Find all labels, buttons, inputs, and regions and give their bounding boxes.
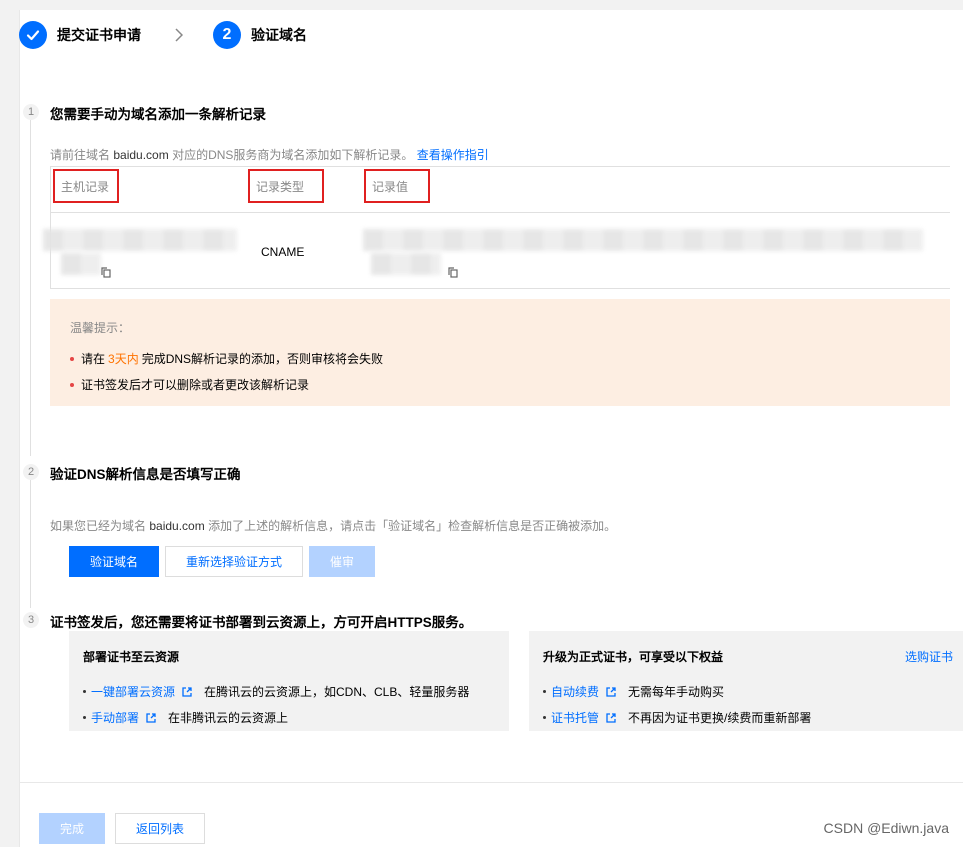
step1-label: 提交证书申请 (57, 27, 141, 43)
item-text: 无需每年手动购买 (628, 685, 725, 699)
blurred-record-value (363, 229, 923, 251)
tips-box: 温馨提示： 请在 3天内 完成DNS解析记录的添加，否则审核将会失败 证书签发后… (50, 299, 950, 406)
desc-prefix: 如果您已经为域名 (50, 519, 147, 533)
header-host-record: 主机记录 (53, 169, 119, 203)
buy-certificate-link[interactable]: 选购证书 (905, 648, 953, 665)
desc-prefix: 请前往域名 (50, 148, 111, 162)
one-click-deploy-link[interactable]: 一键部署云资源 (91, 683, 175, 700)
bullet-icon (70, 356, 74, 361)
bullet-icon (543, 716, 546, 719)
tip-item: 证书签发后才可以删除或者更改该解析记录 (70, 376, 309, 393)
tip-highlight: 3天内 (108, 352, 139, 366)
manual-deploy-link[interactable]: 手动部署 (91, 709, 139, 726)
deploy-panel: 部署证书至云资源 一键部署云资源 在腾讯云的云资源上，如CDN、CLB、轻量服务… (69, 631, 509, 731)
upgrade-panel: 升级为正式证书，可享受以下权益 选购证书 自动续费 无需每年手动购买 证书托管 … (529, 631, 963, 731)
external-link-icon[interactable] (146, 712, 156, 723)
tip-text: 完成DNS解析记录的添加，否则审核将会失败 (141, 352, 384, 366)
auto-renew-link[interactable]: 自动续费 (551, 683, 599, 700)
step1-check-icon (19, 21, 47, 49)
external-link-icon[interactable] (606, 686, 616, 697)
list-item: 一键部署云资源 在腾讯云的云资源上，如CDN、CLB、轻量服务器 (83, 683, 469, 700)
desc-suffix: 为域名添加如下解析记录。 (269, 148, 414, 162)
dns-provider-tooltip[interactable]: 对应的DNS服务商 (172, 148, 270, 167)
domain-name: baidu.com (149, 519, 205, 533)
item-text: 在非腾讯云的云资源上 (168, 711, 289, 725)
step2-label: 验证域名 (251, 27, 307, 43)
section3-title: 证书签发后，您还需要将证书部署到云资源上，方可开启HTTPS服务。 (50, 615, 473, 630)
step-connector-line (30, 480, 31, 608)
bullet-icon (83, 690, 86, 693)
upgrade-panel-title: 升级为正式证书，可享受以下权益 (543, 650, 724, 664)
stepper: 提交证书申请 2 验证域名 (19, 20, 307, 50)
bullet-icon (70, 382, 74, 387)
back-to-list-button[interactable]: 返回列表 (115, 813, 205, 844)
section1-number: 1 (23, 104, 39, 120)
external-link-icon[interactable] (606, 712, 616, 723)
footer-divider (19, 782, 963, 783)
blurred-record-value (371, 253, 441, 275)
section2-title: 验证DNS解析信息是否填写正确 (50, 467, 241, 482)
deploy-panel-title: 部署证书至云资源 (83, 650, 180, 664)
blurred-host-value (61, 253, 101, 275)
cert-hosting-link[interactable]: 证书托管 (551, 709, 599, 726)
copy-icon[interactable] (448, 267, 458, 278)
tip-text: 证书签发后才可以删除或者更改该解析记录 (81, 378, 310, 392)
record-type-value: CNAME (261, 245, 305, 259)
verify-domain-button[interactable]: 验证域名 (69, 546, 159, 577)
section2-description: 如果您已经为域名 baidu.com 添加了上述的解析信息，请点击「验证域名」检… (50, 517, 616, 534)
tips-title: 温馨提示： (70, 321, 131, 335)
list-item: 手动部署 在非腾讯云的云资源上 (83, 709, 288, 726)
bullet-icon (543, 690, 546, 693)
section3-number: 3 (23, 612, 39, 628)
section1-title: 您需要手动为域名添加一条解析记录 (50, 107, 266, 122)
copy-icon[interactable] (101, 267, 111, 278)
reselect-method-button[interactable]: 重新选择验证方式 (165, 546, 303, 577)
tip-item: 请在 3天内 完成DNS解析记录的添加，否则审核将会失败 (70, 350, 383, 367)
chevron-right-icon (175, 28, 183, 42)
urge-review-button[interactable]: 催审 (309, 546, 375, 577)
section2-number: 2 (23, 464, 39, 480)
external-link-icon[interactable] (182, 686, 192, 697)
watermark: CSDN @Ediwn.java (823, 820, 949, 836)
blurred-host-value (43, 229, 237, 251)
list-item: 自动续费 无需每年手动购买 (543, 683, 724, 700)
section1-description: 请前往域名 baidu.com 对应的DNS服务商为域名添加如下解析记录。 查看… (50, 146, 489, 167)
tip-text: 请在 (81, 352, 106, 366)
item-text: 在腾讯云的云资源上，如CDN、CLB、轻量服务器 (204, 685, 470, 699)
desc-suffix: 添加了上述的解析信息，请点击「验证域名」检查解析信息是否正确被添加。 (208, 519, 617, 533)
header-record-type: 记录类型 (248, 169, 324, 203)
done-button[interactable]: 完成 (39, 813, 105, 844)
guide-link[interactable]: 查看操作指引 (417, 148, 489, 162)
list-item: 证书托管 不再因为证书更换/续费而重新部署 (543, 709, 811, 726)
step-connector-line (30, 120, 31, 456)
dns-record-table: 主机记录 记录类型 记录值 CNAME (43, 166, 950, 289)
step2-number: 2 (213, 21, 241, 49)
header-record-value: 记录值 (364, 169, 430, 203)
item-text: 不再因为证书更换/续费而重新部署 (628, 711, 812, 725)
table-header: 主机记录 记录类型 记录值 (51, 167, 950, 213)
domain-name: baidu.com (113, 148, 169, 162)
bullet-icon (83, 716, 86, 719)
